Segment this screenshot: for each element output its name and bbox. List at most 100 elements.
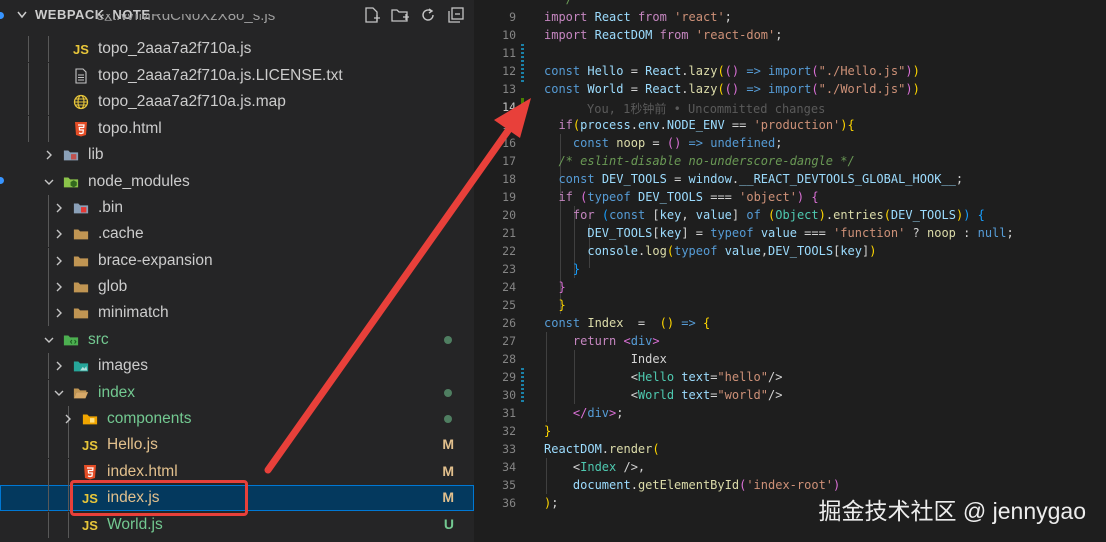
explorer-sidebar: WEBPACK_NOTE ext.WfMRdCNoXzX8o_s.js JS t…: [0, 0, 474, 542]
code-line: }: [558, 298, 566, 312]
line-number: 16: [502, 136, 516, 150]
folder-lib-icon: [63, 147, 79, 163]
code-line: ReactDOM.render(: [544, 442, 660, 456]
tree-item-glob[interactable]: glob: [0, 274, 474, 300]
tree-item-label: topo_2aaa7a2f710a.js: [98, 40, 252, 57]
code-line: }: [572, 262, 581, 276]
chevron-down-icon[interactable]: [44, 335, 54, 345]
tree-item-label: index.html: [107, 463, 178, 480]
folder-components-icon: [82, 411, 98, 427]
code-line: for (const [key, value] of (Object).entr…: [572, 208, 985, 222]
code-line: document.getElementById('index-root'): [572, 478, 841, 492]
code-line: import ReactDOM from 'react-dom';: [544, 28, 783, 42]
code-line: <World text="world"/>: [544, 388, 783, 402]
git-status-modified: M: [442, 463, 454, 479]
chevron-down-icon[interactable]: [54, 388, 64, 398]
chevron-right-icon[interactable]: [54, 282, 64, 292]
tree-item-topo-license[interactable]: topo_2aaa7a2f710a.js.LICENSE.txt: [0, 63, 474, 89]
chevron-right-icon[interactable]: [44, 150, 54, 160]
line-number: 32: [502, 424, 516, 438]
line-number: 31: [502, 406, 516, 420]
line-number: 23: [502, 262, 516, 276]
tree-item-label: topo_2aaa7a2f710a.js.LICENSE.txt: [98, 67, 343, 84]
tree-item-label: components: [107, 410, 192, 427]
collapse-all-icon[interactable]: [446, 5, 466, 25]
text-file-icon: [73, 68, 89, 84]
tree-item-cache[interactable]: .cache: [0, 221, 474, 247]
code-line: /* eslint-disable no-underscore-dangle *…: [558, 154, 855, 168]
git-status-dot: [444, 415, 452, 423]
html5-icon: [73, 121, 89, 137]
code-line: }: [558, 280, 566, 294]
git-gutter-added: [521, 98, 524, 116]
code-line: console.log(typeof value,DEV_TOOLS[key]): [587, 244, 877, 258]
code-line: );: [544, 496, 559, 510]
folder-icon: [73, 226, 89, 242]
tree-item-src[interactable]: src: [0, 327, 474, 353]
watermark: 掘金技术社区 @ jennygao: [818, 498, 1087, 524]
tree-item-lib[interactable]: lib: [0, 142, 474, 168]
git-status-dot: [444, 336, 452, 344]
folder-icon: [73, 305, 89, 321]
line-number: 19: [502, 190, 516, 204]
code-line: <Index />,: [544, 460, 646, 474]
line-number: 13: [502, 82, 516, 96]
line-number: 25: [502, 298, 516, 312]
line-number: 35: [502, 478, 516, 492]
code-line: Index: [630, 352, 667, 366]
tree-item-brace-expansion[interactable]: brace-expansion: [0, 248, 474, 274]
code-line: const Hello = React.lazy(() => import(".…: [544, 64, 920, 78]
tree-item-minimatch[interactable]: minimatch: [0, 300, 474, 326]
line-number: 17: [502, 154, 516, 168]
tree-item-index-folder[interactable]: index: [0, 380, 474, 406]
line-number: 27: [502, 334, 516, 348]
tree-item-label: minimatch: [98, 304, 169, 321]
line-number: 11: [502, 46, 516, 60]
folder-icon: [73, 253, 89, 269]
refresh-icon[interactable]: [418, 5, 438, 25]
annotation-highlight-box: [70, 480, 248, 516]
tree-item-components[interactable]: components: [0, 406, 474, 432]
tree-item-label: World.js: [107, 516, 163, 533]
code-editor[interactable]: 9 10 11 12 13 14 15 16 17 18 19 20 21 22 23 24 25 26 27 28 2…: [474, 0, 1106, 542]
code-line: if(process.env.NODE_ENV == 'production')…: [558, 118, 855, 132]
git-status-modified: M: [442, 489, 454, 505]
chevron-down-icon[interactable]: [44, 177, 54, 187]
git-gutter-modified: [521, 368, 524, 404]
folder-bin-icon: [73, 200, 89, 216]
chevron-right-icon[interactable]: [54, 256, 64, 266]
tree-item-label: topo.html: [98, 120, 162, 137]
tree-item-topo-js[interactable]: JS topo_2aaa7a2f710a.js: [0, 36, 474, 62]
new-folder-icon[interactable]: [390, 5, 410, 25]
tree-item-bin[interactable]: .bin: [0, 195, 474, 221]
line-number: 36: [502, 496, 516, 510]
line-number: 10: [502, 28, 516, 42]
tree-item-hello-js[interactable]: JS Hello.js M: [0, 432, 474, 458]
folder-open-icon: [73, 385, 89, 401]
tree-item-node-modules[interactable]: node_modules: [0, 169, 474, 195]
javascript-file-icon: JS: [73, 41, 89, 57]
new-file-icon[interactable]: [362, 5, 382, 25]
tree-item-images[interactable]: images: [0, 353, 474, 379]
line-number: 14: [502, 100, 516, 114]
code-line: }: [544, 424, 552, 438]
line-number: 18: [502, 172, 516, 186]
line-number: 12: [502, 64, 516, 78]
code-line: */: [544, 0, 572, 6]
tree-item-topo-map[interactable]: topo_2aaa7a2f710a.js.map: [0, 89, 474, 115]
line-number: 33: [502, 442, 516, 456]
folder-node-icon: [63, 174, 79, 190]
code-line: import React from 'react';: [544, 10, 732, 24]
chevron-right-icon[interactable]: [54, 203, 64, 213]
code-line: const Index = () => {: [544, 316, 711, 330]
chevron-right-icon[interactable]: [63, 414, 73, 424]
line-number: 9: [509, 10, 516, 24]
chevron-down-icon[interactable]: [17, 11, 27, 19]
javascript-file-icon: JS: [82, 437, 98, 453]
chevron-right-icon[interactable]: [54, 308, 64, 318]
code-line: const DEV_TOOLS = window.__REACT_DEVTOOL…: [558, 172, 964, 186]
tree-item-topo-html[interactable]: topo.html: [0, 116, 474, 142]
chevron-right-icon[interactable]: [54, 229, 64, 239]
tree-item-label: topo_2aaa7a2f710a.js.map: [98, 93, 286, 110]
chevron-right-icon[interactable]: [54, 361, 64, 371]
